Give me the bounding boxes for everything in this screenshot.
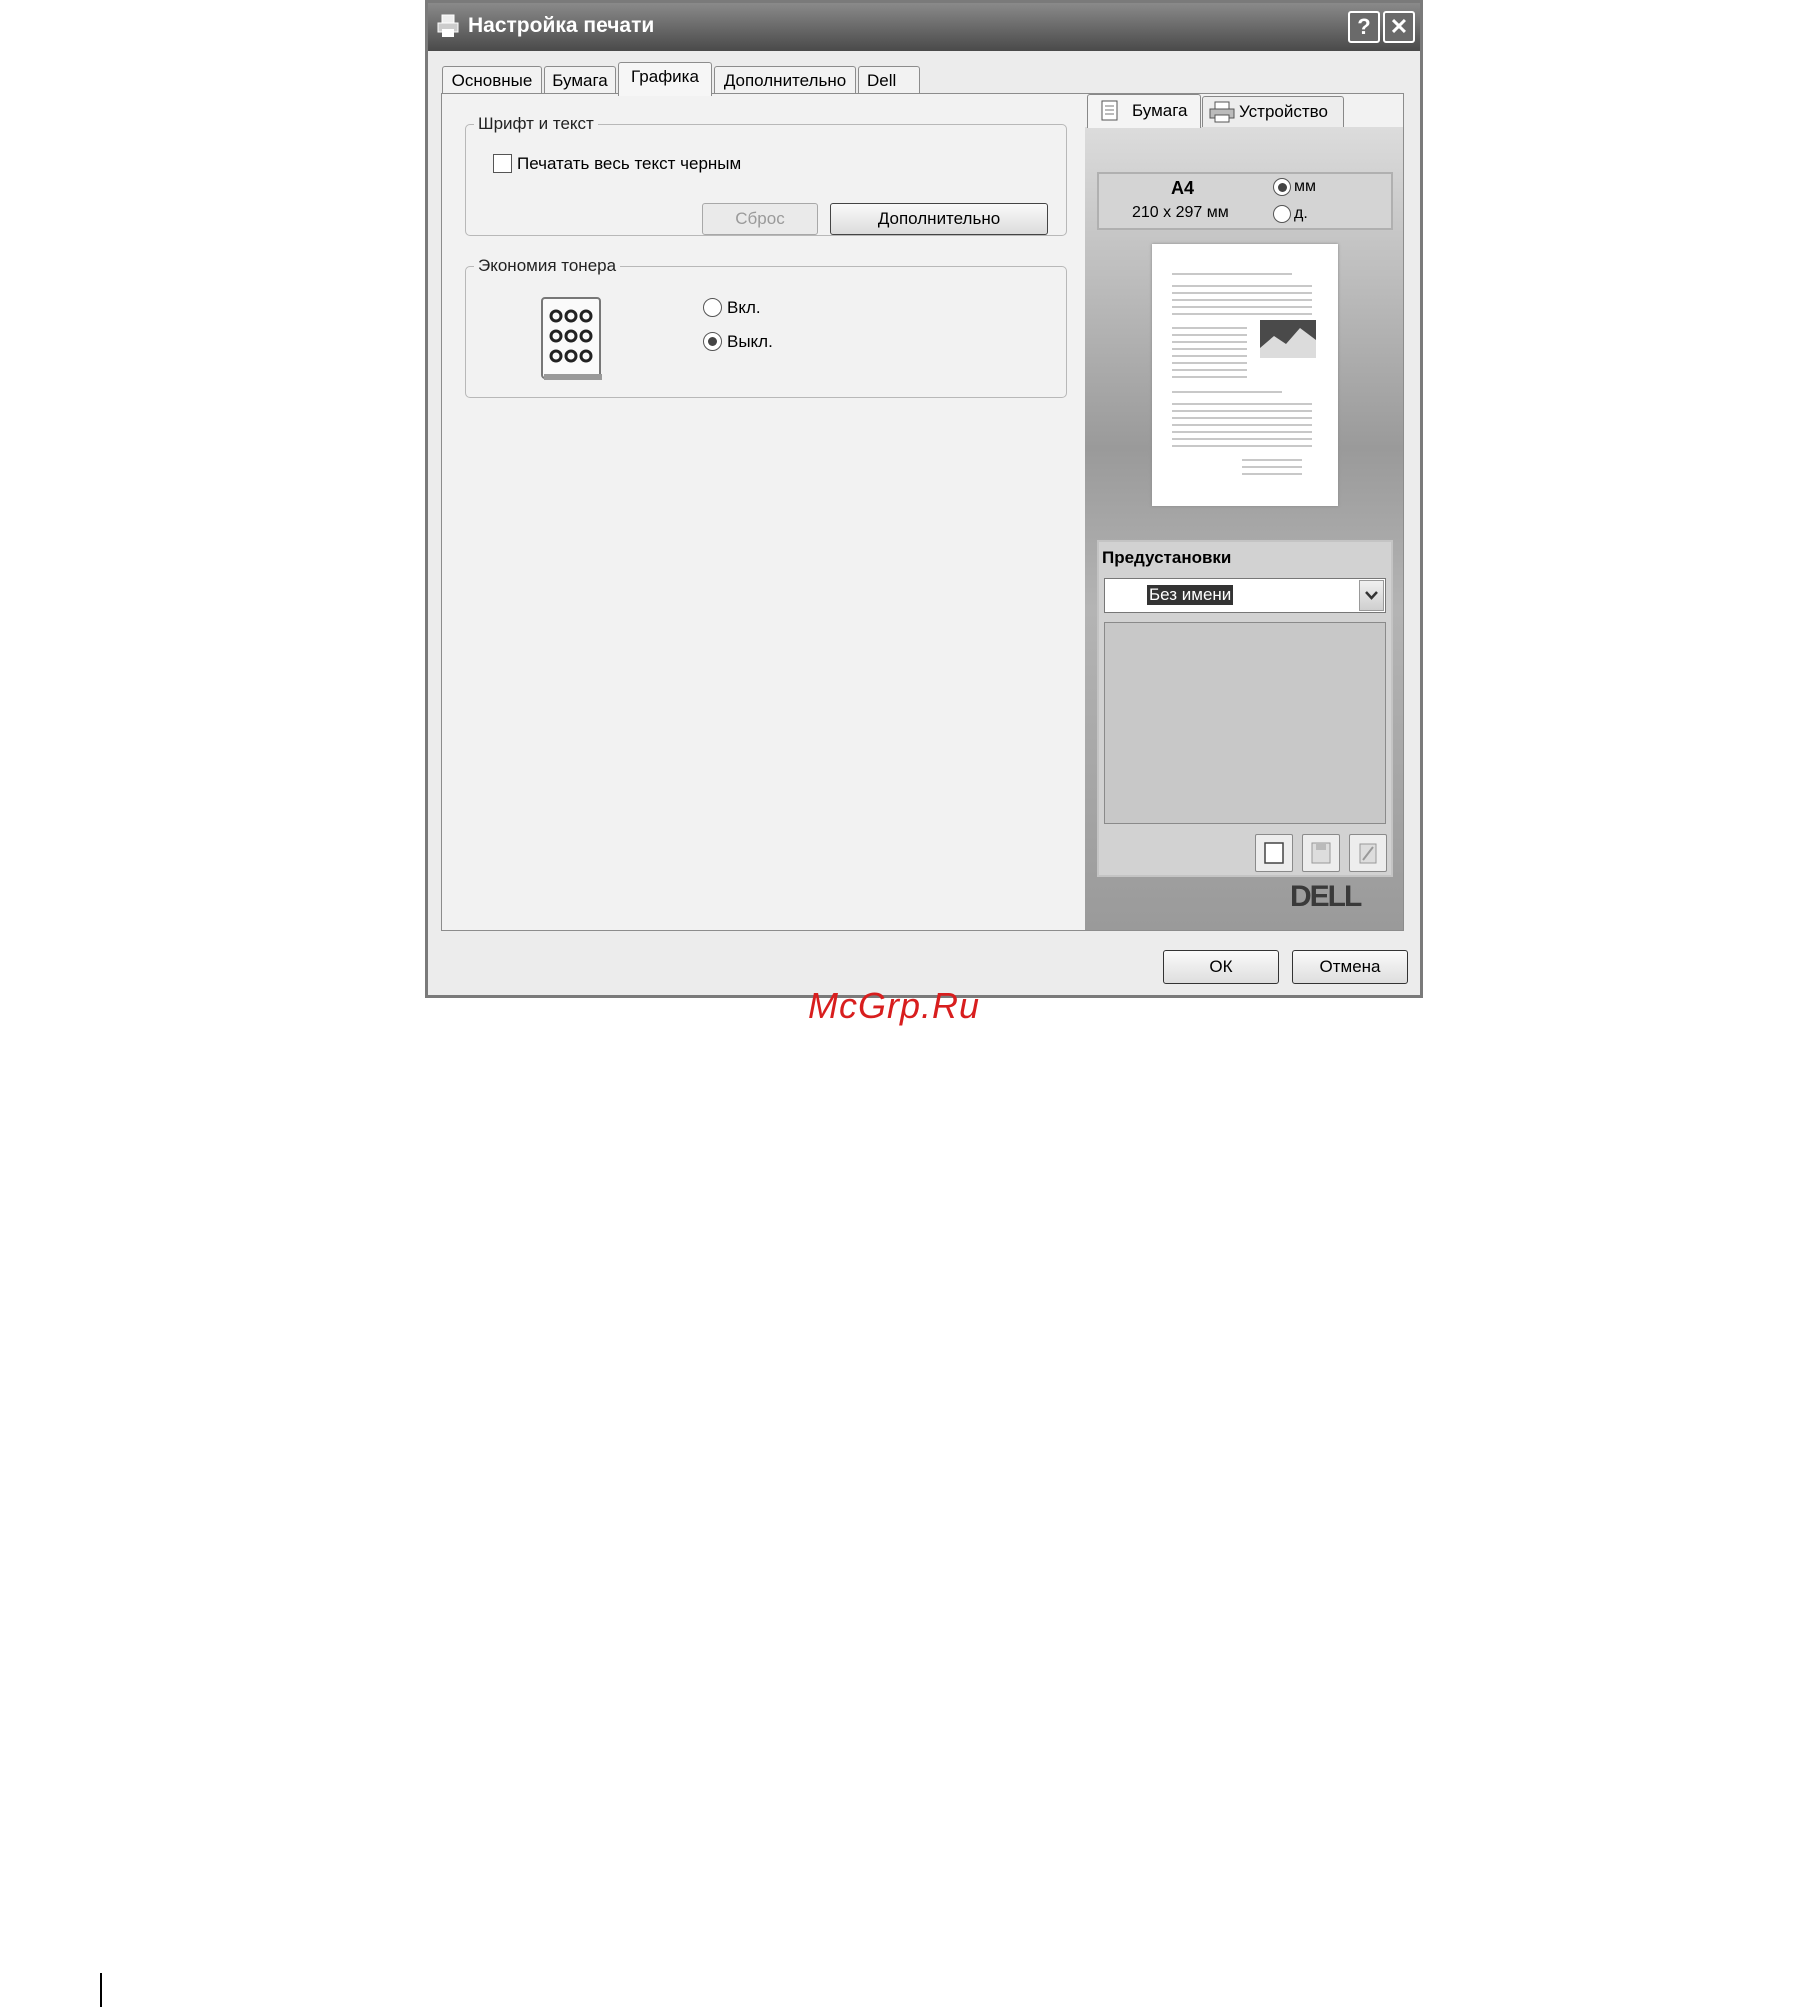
- paper-icon: [1101, 100, 1118, 121]
- new-preset-button[interactable]: [1255, 834, 1293, 872]
- tab-dell[interactable]: Dell: [858, 66, 920, 94]
- preview-tab-paper-label: Бумага: [1132, 101, 1188, 120]
- print-text-black-checkbox[interactable]: [493, 154, 512, 173]
- tab-basic[interactable]: Основные: [442, 66, 542, 94]
- print-text-black-label: Печатать весь текст черным: [517, 154, 742, 173]
- help-button[interactable]: ?: [1348, 11, 1380, 43]
- page-margin-line: [100, 1973, 102, 2007]
- save-disk-icon: [1311, 842, 1331, 864]
- paper-dimensions: 210 x 297 мм: [1132, 204, 1229, 221]
- preview-sidebar: Бумага Устройство A4 210 x 297 мм мм д.: [1085, 94, 1403, 930]
- presets-label: Предустановки: [1102, 548, 1232, 567]
- window-title: Настройка печати: [468, 14, 655, 37]
- device-printer-icon: [1209, 101, 1235, 123]
- page-preview: [1152, 244, 1338, 506]
- tab-paper[interactable]: Бумага: [544, 66, 616, 94]
- preview-tab-device[interactable]: Устройство: [1202, 96, 1344, 127]
- tab-graphics[interactable]: Графика: [618, 62, 712, 96]
- new-page-icon: [1264, 842, 1284, 864]
- preset-description-box: [1104, 622, 1386, 824]
- graphics-panel: Шрифт и текст Печатать весь текст черным…: [441, 93, 1404, 931]
- paper-size-name: A4: [1171, 178, 1195, 198]
- watermark-text: McGrp.Ru: [808, 985, 981, 1026]
- printer-icon: [437, 14, 459, 37]
- dell-logo: DELL: [1290, 880, 1362, 913]
- toner-off-radio[interactable]: [703, 332, 722, 351]
- unit-inch-radio[interactable]: [1273, 205, 1291, 223]
- unit-mm-radio[interactable]: [1273, 178, 1291, 196]
- toner-on-radio[interactable]: [703, 298, 722, 317]
- tab-advanced[interactable]: Дополнительно: [714, 66, 856, 94]
- title-bar[interactable]: Настройка печати ? ✕: [428, 3, 1420, 51]
- preview-tab-paper[interactable]: Бумага: [1087, 94, 1201, 128]
- delete-icon: [1359, 843, 1377, 864]
- unit-inch-label: д.: [1294, 205, 1308, 222]
- unit-mm-label: мм: [1294, 178, 1316, 195]
- delete-preset-button[interactable]: [1349, 834, 1387, 872]
- advanced-button[interactable]: Дополнительно: [830, 203, 1048, 235]
- toner-on-label: Вкл.: [727, 298, 761, 317]
- save-preset-button[interactable]: [1302, 834, 1340, 872]
- preset-value: Без имени: [1147, 585, 1234, 605]
- toner-off-label: Выкл.: [727, 332, 773, 351]
- presets-box: Предустановки Без имени: [1097, 540, 1393, 877]
- cancel-button[interactable]: Отмена: [1292, 950, 1408, 984]
- ok-button[interactable]: ОК: [1163, 950, 1279, 984]
- toner-save-group: Экономия тонера Вкл. Выкл.: [465, 256, 1067, 398]
- page-preview-image: [1172, 273, 1316, 475]
- font-text-legend: Шрифт и текст: [478, 114, 594, 133]
- toner-dots-icon: [541, 297, 602, 380]
- close-button[interactable]: ✕: [1383, 11, 1415, 43]
- paper-size-box: A4 210 x 297 мм мм д.: [1097, 172, 1393, 230]
- preset-select[interactable]: Без имени: [1104, 578, 1386, 613]
- font-text-group: Шрифт и текст Печатать весь текст черным…: [465, 114, 1067, 236]
- print-settings-dialog: Настройка печати ? ✕ Основные Бумага Гра…: [425, 0, 1423, 998]
- toner-save-legend: Экономия тонера: [478, 256, 617, 275]
- reset-button[interactable]: Сброс: [702, 203, 818, 235]
- preview-tab-device-label: Устройство: [1239, 102, 1328, 121]
- chevron-down-icon[interactable]: [1359, 580, 1384, 611]
